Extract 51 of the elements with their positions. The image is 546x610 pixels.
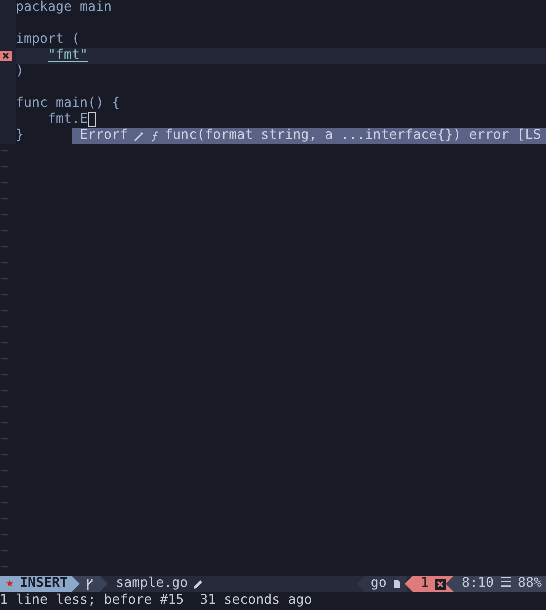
empty-line-marker: ~ — [0, 160, 10, 176]
empty-line-marker: ~ — [0, 384, 10, 400]
empty-line-marker: ~ — [0, 528, 10, 544]
empty-line-marker: ~ — [0, 336, 10, 352]
filetype-label: go — [370, 576, 387, 592]
file-name: sample.go — [116, 576, 188, 592]
empty-line-marker: ~ — [0, 480, 10, 496]
completion-word: Errorf — [80, 128, 128, 144]
empty-line-marker: ~ — [0, 256, 10, 272]
file-icon — [392, 579, 401, 589]
empty-line-marker: ~ — [0, 560, 10, 576]
completion-signature: func(format string, a ...interface{}) error [LS — [165, 128, 542, 144]
empty-line-marker: ~ — [0, 240, 10, 256]
empty-line-marker: ~ — [0, 320, 10, 336]
empty-line-marker: ~ — [0, 464, 10, 480]
empty-line-marker: ~ — [0, 400, 10, 416]
empty-line-marker: ~ — [0, 512, 10, 528]
lines-icon: ☰ — [500, 576, 512, 592]
function-icon — [151, 130, 160, 142]
empty-line-marker: ~ — [0, 368, 10, 384]
code-text: import ( — [16, 32, 80, 48]
code-text: package main — [16, 0, 112, 16]
magic-wand-icon — [134, 130, 146, 142]
mode-label: INSERT — [20, 576, 68, 592]
code-text: } — [16, 128, 24, 144]
empty-line-marker: ~ — [0, 496, 10, 512]
scroll-percent: 88% — [518, 576, 542, 592]
empty-line-marker: ~ — [0, 224, 10, 240]
message-line: 1 line less; before #15 31 seconds ago — [0, 592, 314, 610]
completion-popup[interactable]: Errorf func(format string, a ...interface{}) error [LS — [72, 128, 546, 144]
string-literal: "fmt" — [48, 48, 88, 64]
mode-icon: ★ — [6, 576, 14, 592]
empty-line-marker: ~ — [0, 176, 10, 192]
empty-line-marker: ~ — [0, 192, 10, 208]
cursor-position: 8:10 — [462, 576, 494, 592]
empty-line-marker: ~ — [0, 272, 10, 288]
empty-line-marker: ~ — [0, 304, 10, 320]
empty-line-marker: ~ — [0, 544, 10, 560]
empty-line-marker: ~ — [0, 144, 10, 160]
code-text: ) — [16, 64, 24, 80]
empty-line-marker: ~ — [0, 208, 10, 224]
branch-icon — [86, 578, 94, 590]
empty-line-marker: ~ — [0, 288, 10, 304]
error-icon — [434, 578, 446, 590]
code-text: fmt.E — [48, 112, 88, 128]
empty-line-marker: ~ — [0, 448, 10, 464]
empty-line-marker: ~ — [0, 432, 10, 448]
empty-line-marker: ~ — [0, 352, 10, 368]
error-count: 1 — [420, 576, 429, 592]
empty-line-marker: ~ — [0, 416, 10, 432]
code-text: func main() { — [16, 96, 120, 112]
